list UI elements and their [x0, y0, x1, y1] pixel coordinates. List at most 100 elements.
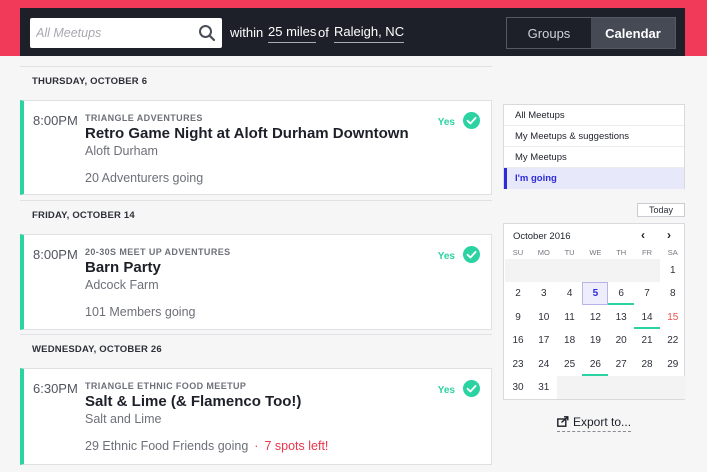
rsvp-status: Yes — [437, 251, 455, 262]
weekday-label: SA — [667, 248, 678, 257]
calendar-day[interactable]: 2 — [505, 282, 531, 305]
divider — [20, 334, 492, 335]
weekday-label: SU — [512, 248, 524, 257]
within-label: within — [230, 25, 264, 40]
calendar-day[interactable]: 8 — [660, 282, 686, 305]
calendar-day[interactable]: 1 — [660, 259, 686, 282]
filter-my-meetups[interactable]: My Meetups — [504, 147, 684, 168]
calendar-day[interactable]: 18 — [557, 329, 583, 352]
calendar-empty-cell — [634, 259, 660, 282]
chevron-left-icon[interactable]: ‹ — [641, 228, 645, 242]
calendar-empty-cell — [634, 376, 660, 399]
calendar-day[interactable]: 30 — [505, 376, 531, 399]
calendar-day[interactable]: 17 — [531, 329, 557, 352]
calendar-day[interactable]: 27 — [608, 353, 634, 376]
calendar-empty-cell — [556, 259, 583, 282]
calendar-day[interactable]: 26 — [582, 353, 609, 376]
calendar-empty-cell — [582, 259, 609, 282]
calendar-day[interactable]: 13 — [608, 306, 634, 329]
event-card[interactable]: 6:30PM TRIANGLE ETHNIC FOOD MEETUP Salt … — [20, 368, 492, 465]
calendar-day[interactable]: 31 — [531, 376, 557, 399]
meetup-filter: All Meetups My Meetups & suggestions My … — [503, 104, 685, 189]
divider — [20, 66, 492, 67]
event-card[interactable]: 8:00PM 20-30S MEET UP ADVENTURES Barn Pa… — [20, 234, 492, 330]
attendee-count: 20 Adventurers going — [85, 171, 204, 185]
weekday-label: TU — [564, 248, 575, 257]
calendar-day[interactable]: 15 — [660, 306, 686, 329]
weekday-label: WE — [589, 248, 602, 257]
calendar-day[interactable]: 7 — [634, 282, 660, 305]
calendar-day[interactable]: 14 — [634, 306, 660, 329]
calendar-day[interactable]: 23 — [505, 353, 531, 376]
calendar-day[interactable]: 3 — [531, 282, 557, 305]
event-card[interactable]: 8:00PM TRIANGLE ADVENTURES Retro Game Ni… — [20, 100, 492, 195]
calendar-day[interactable]: 29 — [660, 353, 686, 376]
calendar-day[interactable]: 10 — [531, 306, 557, 329]
calendar-day[interactable]: 19 — [582, 329, 608, 352]
calendar-day[interactable]: 22 — [660, 329, 686, 352]
export-label: Export to... — [573, 415, 632, 429]
day-header: FRIDAY, OCTOBER 14 — [32, 210, 135, 221]
calendar-empty-cell — [582, 376, 609, 399]
filter-my-meetups-suggestions[interactable]: My Meetups & suggestions — [504, 126, 684, 147]
calendar-month: October 2016 — [513, 231, 571, 242]
calendar-day[interactable]: 5 — [582, 282, 609, 306]
event-title[interactable]: Barn Party — [85, 259, 161, 276]
check-circle-icon[interactable] — [463, 246, 480, 263]
check-circle-icon[interactable] — [463, 112, 480, 129]
calendar-tab[interactable]: Calendar — [591, 18, 675, 48]
rsvp-status: Yes — [437, 385, 455, 396]
calendar-empty-cell — [659, 376, 686, 399]
event-venue: Salt and Lime — [85, 412, 162, 426]
export-icon — [557, 416, 569, 427]
calendar-day[interactable]: 11 — [557, 306, 583, 329]
view-toggle: Groups Calendar — [506, 17, 676, 49]
radius-selector[interactable]: 25 miles — [268, 24, 317, 43]
calendar-empty-cell — [608, 259, 635, 282]
of-label: of — [318, 25, 329, 40]
mini-calendar: October 2016 ‹ › SU MO TU WE TH FR SA 1 2 3 4 5 6 7 8 9… — [503, 223, 686, 400]
weekday-label: TH — [616, 248, 627, 257]
weekday-label: FR — [642, 248, 652, 257]
calendar-empty-cell — [530, 259, 557, 282]
going-text: 29 Ethnic Food Friends going — [85, 439, 249, 453]
calendar-empty-cell — [556, 376, 583, 399]
event-group: TRIANGLE ADVENTURES — [85, 113, 203, 123]
event-time: 8:00PM — [33, 113, 78, 128]
spots-left: 7 spots left! — [264, 439, 329, 453]
day-header: WEDNESDAY, OCTOBER 26 — [32, 344, 162, 355]
chevron-right-icon[interactable]: › — [667, 228, 671, 242]
event-title[interactable]: Salt & Lime (& Flamenco Too!) — [85, 393, 301, 410]
calendar-day[interactable]: 28 — [634, 353, 660, 376]
attendee-count: 101 Members going — [85, 305, 196, 319]
calendar-day[interactable]: 6 — [608, 282, 635, 306]
event-venue: Aloft Durham — [85, 144, 158, 158]
filter-all-meetups[interactable]: All Meetups — [504, 105, 684, 126]
event-group: TRIANGLE ETHNIC FOOD MEETUP — [85, 381, 247, 391]
event-title[interactable]: Retro Game Night at Aloft Durham Downtow… — [85, 125, 409, 142]
calendar-day[interactable]: 20 — [608, 329, 634, 352]
calendar-day[interactable]: 12 — [582, 306, 608, 329]
location-selector[interactable]: Raleigh, NC — [334, 24, 405, 43]
search-icon[interactable] — [198, 24, 216, 42]
event-time: 6:30PM — [33, 381, 78, 396]
calendar-day[interactable]: 25 — [557, 353, 583, 376]
groups-tab[interactable]: Groups — [507, 18, 591, 48]
calendar-day[interactable]: 21 — [634, 329, 660, 352]
calendar-empty-cell — [505, 259, 531, 282]
calendar-day[interactable]: 9 — [505, 306, 531, 329]
event-group: 20-30S MEET UP ADVENTURES — [85, 247, 231, 257]
check-circle-icon[interactable] — [463, 380, 480, 397]
filter-im-going[interactable]: I'm going — [504, 168, 684, 189]
calendar-day[interactable]: 24 — [531, 353, 557, 376]
rsvp-status: Yes — [437, 117, 455, 128]
search-input[interactable] — [30, 18, 190, 48]
weekday-label: MO — [537, 248, 550, 257]
export-button[interactable]: Export to... — [557, 415, 632, 432]
divider — [20, 200, 492, 201]
calendar-day[interactable]: 16 — [505, 329, 531, 352]
today-button[interactable]: Today — [637, 203, 685, 217]
calendar-empty-cell — [608, 376, 635, 399]
day-header: THURSDAY, OCTOBER 6 — [32, 76, 148, 87]
calendar-day[interactable]: 4 — [557, 282, 583, 305]
